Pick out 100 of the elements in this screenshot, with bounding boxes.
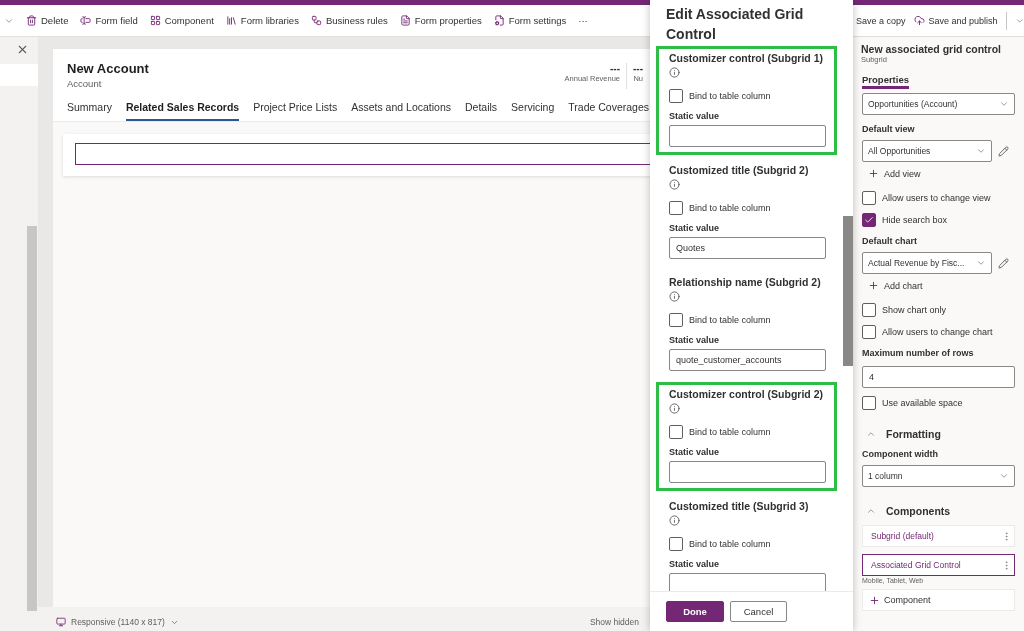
text-field[interactable] — [669, 125, 826, 147]
pane-tab[interactable]: Properties — [862, 74, 909, 89]
component-item[interactable]: Subgrid (default) — [862, 525, 1015, 547]
text-field[interactable] — [669, 573, 826, 591]
field-label: Static value — [669, 559, 721, 569]
toolbar-button[interactable]: Component — [149, 15, 214, 26]
checkbox[interactable] — [669, 537, 683, 551]
property-label: Relationship name (Subgrid 2) — [669, 276, 822, 288]
toolbar-button[interactable]: Form field — [80, 15, 138, 26]
checkbox-label: Bind to table column — [689, 203, 771, 213]
toolbar-button[interactable]: Save a copy — [856, 15, 906, 26]
view-size-selector[interactable]: Responsive (1140 x 817) — [56, 617, 179, 627]
checkbox-label: Use available space — [882, 398, 963, 408]
checkbox-label: Allow users to change view — [882, 193, 991, 203]
form-tab[interactable]: Trade Coverages — [568, 101, 650, 121]
form-tab[interactable]: Project Price Lists — [253, 101, 338, 121]
text-field-icon — [80, 15, 92, 26]
form-title: New Account — [67, 61, 149, 76]
property-label: Customized title (Subgrid 2) — [669, 164, 810, 176]
form-tab[interactable]: Servicing — [511, 101, 555, 121]
add-component-button[interactable]: Component — [862, 589, 1015, 611]
text-field[interactable]: quote_customer_accounts — [669, 349, 826, 371]
cancel-button[interactable]: Cancel — [730, 601, 787, 622]
property-label: Customizer control (Subgrid 2) — [669, 388, 824, 400]
section-heading: Formatting — [886, 428, 941, 440]
header-value: --- — [633, 63, 644, 74]
toolbar-button[interactable]: Form settings — [493, 15, 567, 26]
document-icon — [399, 15, 411, 26]
more-button[interactable]: ··· — [578, 15, 588, 26]
info-icon[interactable] — [669, 291, 680, 302]
checkbox-label: Bind to table column — [689, 427, 771, 437]
add-link[interactable]: Add view — [868, 168, 1015, 179]
number-field[interactable]: 4 — [862, 366, 1015, 388]
checkbox[interactable] — [669, 425, 683, 439]
checkbox[interactable] — [669, 89, 683, 103]
pencil-icon[interactable] — [998, 257, 1009, 269]
upload-icon — [913, 15, 925, 26]
info-icon[interactable] — [669, 179, 680, 190]
info-icon[interactable] — [669, 403, 680, 414]
form-tab[interactable]: Details — [465, 101, 498, 121]
property-label: Customized title (Subgrid 3) — [669, 500, 810, 512]
checkbox-label: Hide search box — [882, 215, 948, 225]
document-gear-icon — [493, 15, 505, 26]
text-field[interactable]: Quotes — [669, 237, 826, 259]
property-label: Customizer control (Subgrid 1) — [669, 52, 824, 64]
plus-icon — [869, 594, 880, 606]
checkbox-label: Bind to table column — [689, 91, 771, 101]
field-label: Maximum number of rows — [862, 348, 975, 358]
form-subtitle: Account — [67, 78, 103, 89]
field-label: Component width — [862, 449, 939, 459]
checkbox[interactable] — [669, 313, 683, 327]
header-value: --- — [610, 63, 621, 74]
pencil-icon[interactable] — [998, 145, 1009, 157]
form-tab[interactable]: Assets and Locations — [351, 101, 451, 121]
grid-icon — [149, 15, 161, 26]
plus-icon — [868, 280, 879, 291]
chevron-down-icon — [976, 146, 986, 156]
search-field[interactable] — [0, 64, 38, 86]
checkbox[interactable] — [862, 213, 876, 227]
monitor-icon — [56, 617, 66, 627]
chevron-down-icon — [999, 99, 1009, 109]
toolbar-button[interactable]: Form libraries — [225, 15, 299, 26]
section-heading: Components — [886, 505, 951, 517]
toolbar-button[interactable]: Business rules — [310, 15, 388, 26]
trash-icon — [26, 15, 37, 26]
checkbox[interactable] — [669, 201, 683, 215]
field-label: Default chart — [862, 236, 918, 246]
form-tab[interactable]: Related Sales Records — [125, 101, 240, 121]
field-label: Static value — [669, 223, 721, 233]
library-icon — [225, 15, 237, 26]
field-label: Static value — [669, 447, 721, 457]
check-icon — [864, 215, 874, 225]
checkbox-label: Bind to table column — [689, 315, 771, 325]
checkbox-label: Show chart only — [882, 305, 947, 315]
close-icon[interactable] — [16, 43, 29, 56]
field-label: Default view — [862, 124, 916, 134]
checkbox-label: Allow users to change chart — [882, 327, 993, 337]
checkbox[interactable] — [862, 325, 876, 339]
dropdown[interactable]: Actual Revenue by Fisc... — [862, 252, 992, 274]
component-item[interactable]: Associated Grid Control — [862, 554, 1015, 576]
checkbox[interactable] — [862, 396, 876, 410]
checkbox[interactable] — [862, 303, 876, 317]
field-label: Static value — [669, 335, 721, 345]
toolbar-button[interactable]: Save and publish — [913, 15, 998, 26]
toolbar-button[interactable]: Form properties — [399, 15, 482, 26]
dropdown[interactable]: Opportunities (Account) — [862, 93, 1015, 115]
dropdown[interactable]: 1 column — [862, 465, 1015, 487]
add-link[interactable]: Add chart — [868, 280, 1015, 291]
done-button[interactable]: Done — [666, 601, 724, 622]
checkbox[interactable] — [862, 191, 876, 205]
flow-icon — [310, 15, 322, 26]
plus-icon — [868, 168, 879, 179]
form-tab[interactable]: Summary — [67, 101, 112, 121]
info-icon[interactable] — [669, 67, 680, 78]
chevron-down-icon — [976, 258, 986, 268]
info-icon[interactable] — [669, 515, 680, 526]
toolbar-button[interactable]: Delete — [26, 15, 69, 26]
checkbox-label: Bind to table column — [689, 539, 771, 549]
dropdown[interactable]: All Opportunities — [862, 140, 992, 162]
text-field[interactable] — [669, 461, 826, 483]
